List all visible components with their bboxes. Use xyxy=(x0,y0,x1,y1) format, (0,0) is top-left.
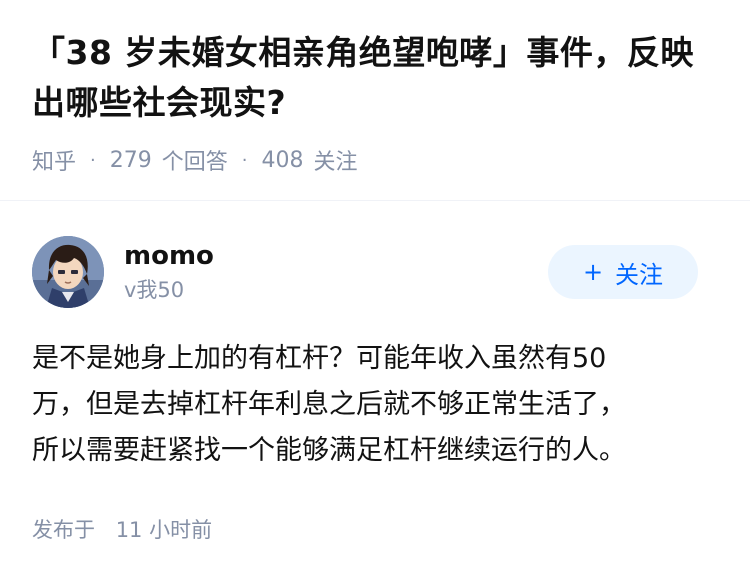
follow-button[interactable]: + 关注 xyxy=(548,245,698,299)
question-source[interactable]: 知乎 xyxy=(32,144,76,176)
answer-content-line: 所以需要赶紧找一个能够满足杠杆继续运行的人。 xyxy=(32,435,626,466)
avatar[interactable] xyxy=(32,236,104,308)
question-header: 「38 岁未婚女相亲角绝望咆哮」事件，反映出哪些社会现实? 知乎 · 279 个… xyxy=(0,0,750,178)
follow-button-label: 关注 xyxy=(615,260,664,289)
publish-time: 11 小时前 xyxy=(115,518,213,542)
answer-count-label[interactable]: 个回答 xyxy=(162,144,228,176)
question-title[interactable]: 「38 岁未婚女相亲角绝望咆哮」事件，反映出哪些社会现实? xyxy=(32,28,718,128)
plus-icon: + xyxy=(582,258,604,286)
answer-card: momo v我50 + 关注 是不是她身上加的有杠杆？可能年收入虽然有50 万，… xyxy=(32,236,698,544)
answer-publish-time: 发布于 11 小时前 xyxy=(32,514,698,544)
anime-character-avatar-icon xyxy=(32,236,104,308)
meta-separator: · xyxy=(241,149,248,171)
answer-content[interactable]: 是不是她身上加的有杠杆？可能年收入虽然有50 万，但是去掉杠杆年利息之后就不够正… xyxy=(32,336,698,474)
author-name[interactable]: momo xyxy=(124,239,548,273)
answer-content-line: 万，但是去掉杠杆年利息之后就不够正常生活了， xyxy=(32,389,626,420)
meta-separator: · xyxy=(90,149,96,171)
follower-count-label[interactable]: 关注 xyxy=(314,144,358,176)
author-level-badge: v我50 xyxy=(124,278,185,302)
section-divider xyxy=(0,200,750,201)
answer-content-line: 是不是她身上加的有杠杆？可能年收入虽然有50 xyxy=(32,343,607,374)
answer-count: 279 xyxy=(109,147,152,173)
follower-count: 408 xyxy=(261,147,304,173)
publish-label: 发布于 xyxy=(32,518,95,542)
author-row: momo v我50 + 关注 xyxy=(32,236,698,308)
author-info: momo v我50 xyxy=(124,239,548,305)
question-meta: 知乎 · 279 个回答 · 408 关注 xyxy=(32,142,718,178)
